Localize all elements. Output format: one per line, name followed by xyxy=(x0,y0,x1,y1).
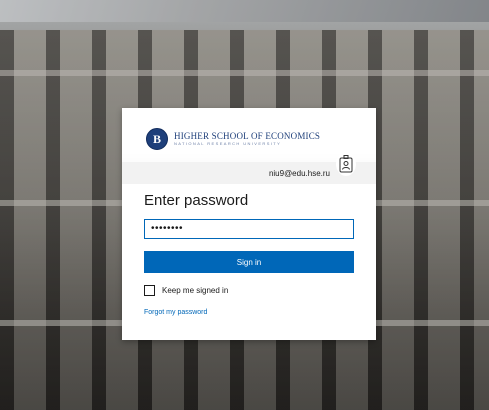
keep-signed-in-label[interactable]: Keep me signed in xyxy=(162,286,228,295)
forgot-password-link[interactable]: Forgot my password xyxy=(144,309,207,316)
org-logo-text: HIGHER SCHOOL OF ECONOMICS NATIONAL RESE… xyxy=(174,131,320,147)
sign-in-card: B HIGHER SCHOOL OF ECONOMICS NATIONAL RE… xyxy=(122,108,376,340)
keep-signed-in-row[interactable]: Keep me signed in xyxy=(144,285,228,296)
account-badge-icon-svg xyxy=(339,155,353,173)
password-field[interactable]: •••••••• xyxy=(144,219,354,239)
page-title: Enter password xyxy=(144,192,249,209)
hse-seal-icon: B xyxy=(146,128,168,150)
account-badge-icon xyxy=(336,152,356,176)
org-subtitle: NATIONAL RESEARCH UNIVERSITY xyxy=(174,141,282,146)
org-name: HIGHER SCHOOL OF ECONOMICS xyxy=(174,131,321,141)
sign-in-button[interactable]: Sign in xyxy=(144,251,354,273)
login-screen: B HIGHER SCHOOL OF ECONOMICS NATIONAL RE… xyxy=(0,0,489,410)
org-logo: B HIGHER SCHOOL OF ECONOMICS NATIONAL RE… xyxy=(146,128,320,150)
account-email: niu9@edu.hse.ru xyxy=(268,169,330,178)
keep-signed-in-checkbox[interactable] xyxy=(144,285,155,296)
card-header: B HIGHER SCHOOL OF ECONOMICS NATIONAL RE… xyxy=(122,108,376,184)
